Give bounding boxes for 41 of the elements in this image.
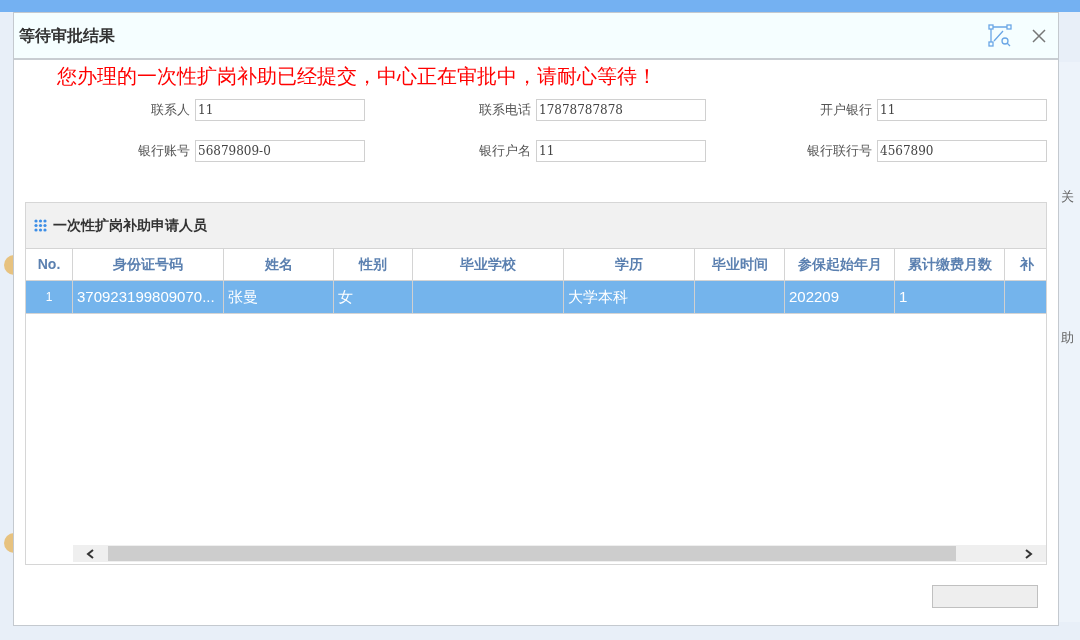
table-row[interactable]: 1 370923199809070... 张曼 女 大学本科 202209 1 <box>26 281 1046 314</box>
field-label: 开户银行 <box>819 101 872 120</box>
field-label: 银行联行号 <box>806 142 872 161</box>
field-label: 联系电话 <box>478 101 531 120</box>
field-label: 银行户名 <box>478 142 531 161</box>
horizontal-scrollbar[interactable] <box>73 545 1046 562</box>
table-cell-text: 女 <box>338 286 353 307</box>
column-header[interactable]: No. <box>26 249 73 280</box>
column-header[interactable]: 毕业时间 <box>695 249 785 280</box>
table-cell-text: 202209 <box>789 286 840 307</box>
column-header[interactable]: 性别 <box>334 249 413 280</box>
dialog-title: 等待审批结果 <box>19 25 116 46</box>
grid-icon <box>34 219 47 232</box>
scrollbar-thumb[interactable] <box>108 546 956 561</box>
flow-search-icon[interactable] <box>988 23 1012 48</box>
input-field[interactable]: 11 <box>536 140 706 162</box>
footer-button[interactable] <box>932 585 1038 608</box>
input-field[interactable]: 11 <box>195 99 365 121</box>
notice-text: 您办理的一次性扩岗补助已经提交，中心正在审批中，请耐心等待！ <box>56 64 657 89</box>
input-field[interactable]: 4567890 <box>877 140 1047 162</box>
column-header[interactable]: 补 <box>1005 249 1046 280</box>
panel-title: 一次性扩岗补助申请人员 <box>53 216 207 235</box>
table-cell-text: 大学本科 <box>568 286 628 307</box>
column-header[interactable]: 学历 <box>564 249 695 280</box>
input-field[interactable]: 11 <box>877 99 1047 121</box>
field-label: 联系人 <box>150 101 190 120</box>
column-header[interactable]: 累计缴费月数 <box>895 249 1005 280</box>
background-text: 助 <box>1061 331 1075 344</box>
table-cell-text: 370923199809070... <box>77 286 215 307</box>
column-header[interactable]: 毕业学校 <box>413 249 564 280</box>
input-field[interactable]: 56879809-0 <box>195 140 365 162</box>
column-header[interactable]: 身份证号码 <box>73 249 224 280</box>
field-label: 银行账号 <box>137 142 190 161</box>
close-icon[interactable] <box>1032 28 1046 43</box>
input-field[interactable]: 17878787878 <box>536 99 706 121</box>
column-header[interactable]: 参保起始年月 <box>785 249 895 280</box>
background-text: 关 <box>1061 190 1075 203</box>
table-cell-text: 1 <box>899 286 908 307</box>
table-cell-text: 1 <box>45 289 53 306</box>
column-header[interactable]: 姓名 <box>224 249 334 280</box>
table-cell-text: 张曼 <box>228 286 258 307</box>
